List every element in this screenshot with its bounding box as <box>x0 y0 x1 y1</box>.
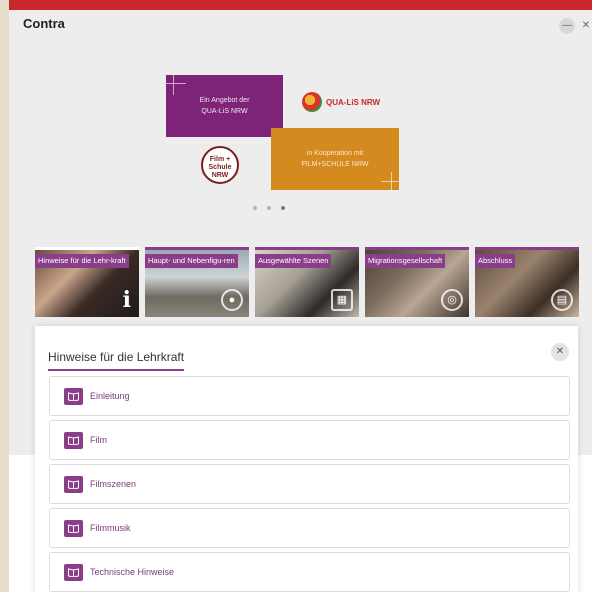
cooperation-card-line2: FILM+SCHULE NRW <box>301 161 369 168</box>
lesson-label: Film <box>90 435 107 445</box>
deco-line <box>391 172 392 190</box>
chapter-tiles: Hinweise für die Lehr-kraft i Haupt- und… <box>35 247 579 317</box>
tile-figuren[interactable]: Haupt- und Nebenfigu-ren ● <box>145 247 249 317</box>
lesson-item-einleitung[interactable]: Einleitung <box>49 376 570 416</box>
panel-close-button[interactable]: ✕ <box>551 343 569 361</box>
deco-line <box>173 75 174 95</box>
lesson-label: Technische Hinweise <box>90 567 175 577</box>
tile-hinweise[interactable]: Hinweise für die Lehr-kraft i <box>35 247 139 317</box>
slider-dot[interactable] <box>267 206 271 210</box>
tile-label: Hinweise für die Lehr-kraft <box>35 254 129 268</box>
offer-card-line1: Ein Angebot der <box>199 97 250 104</box>
top-bar <box>9 0 592 10</box>
book-icon <box>64 563 83 581</box>
lesson-label: Filmszenen <box>90 479 137 489</box>
panel-title: Hinweise für die Lehrkraft <box>48 350 185 371</box>
slider-dot[interactable] <box>253 206 257 210</box>
tile-label: Ausgewählte Szenen <box>255 254 332 268</box>
cooperation-card: in Kooperation mit FILM+SCHULE NRW <box>271 128 399 190</box>
tile-label: Abschluss <box>475 254 516 268</box>
page-edge <box>0 0 9 592</box>
tile-label: Haupt- und Nebenfigu-ren <box>145 254 238 268</box>
close-icon[interactable]: ✕ <box>578 18 592 34</box>
lesson-item-film[interactable]: Film <box>49 420 570 460</box>
deco-line <box>381 181 399 182</box>
lesson-label: Filmmusik <box>90 523 131 533</box>
compass-icon: ◎ <box>441 289 463 311</box>
tile-szenen[interactable]: Ausgewählte Szenen ▦ <box>255 247 359 317</box>
book-icon <box>64 431 83 449</box>
minimize-button[interactable]: — <box>559 18 575 34</box>
tile-label: Migrationsgesellschaft <box>365 254 446 268</box>
slider-dot-active[interactable] <box>281 206 285 210</box>
tile-abschluss[interactable]: Abschluss ▤ <box>475 247 579 317</box>
cooperation-card-line1: in Kooperation mit <box>306 150 364 157</box>
lesson-panel: Hinweise für die Lehrkraft ✕ Einleitung … <box>35 326 578 592</box>
book-icon <box>64 387 83 405</box>
film-schule-logo: Film + Schule NRW <box>201 146 239 184</box>
film-icon: ▦ <box>331 289 353 311</box>
info-icon: i <box>122 287 131 313</box>
offer-card-line2: QUA-LiS NRW <box>201 108 248 115</box>
offer-card: Ein Angebot der QUA-LiS NRW <box>166 75 283 137</box>
qualis-logo-icon <box>302 92 322 112</box>
lesson-item-filmszenen[interactable]: Filmszenen <box>49 464 570 504</box>
qualis-logo: QUA-LiS NRW <box>302 92 380 112</box>
tile-migration[interactable]: Migrationsgesellschaft ◎ <box>365 247 469 317</box>
book-icon <box>64 475 83 493</box>
deco-line <box>166 83 186 84</box>
app-title: Contra <box>23 16 65 31</box>
lesson-item-technische-hinweise[interactable]: Technische Hinweise <box>49 552 570 592</box>
lesson-item-filmmusik[interactable]: Filmmusik <box>49 508 570 548</box>
qualis-logo-text: QUA-LiS NRW <box>326 97 381 107</box>
book-icon <box>64 519 83 537</box>
slider-dots <box>253 206 285 210</box>
lesson-label: Einleitung <box>90 391 130 401</box>
table-icon: ▤ <box>551 289 573 311</box>
app-window: Contra — ✕ Ein Angebot der QUA-LiS NRW i… <box>9 10 592 592</box>
people-icon: ● <box>221 289 243 311</box>
